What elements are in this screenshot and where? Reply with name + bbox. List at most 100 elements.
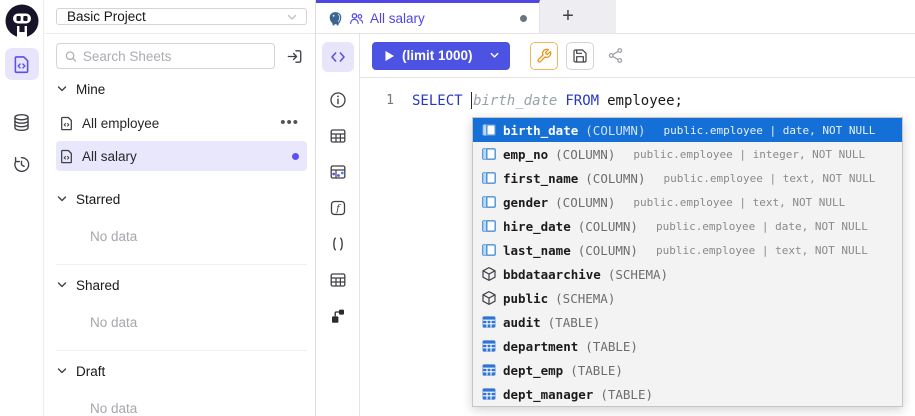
section-starred[interactable]: Starred: [56, 183, 307, 215]
save-icon: [572, 48, 588, 64]
column-icon: [481, 242, 497, 258]
chevron-down-icon: [489, 50, 500, 61]
run-query-button[interactable]: (limit 1000): [372, 42, 510, 70]
table-icon: [329, 127, 347, 145]
column-icon: [481, 146, 497, 162]
run-query-main[interactable]: (limit 1000): [372, 48, 483, 63]
sidebar-sections: Mine All employee ••• All salary: [44, 69, 315, 416]
data-table-button[interactable]: [321, 265, 355, 295]
sheet-code-icon: [12, 55, 31, 74]
sql-editor-app: Basic Project: [0, 0, 915, 416]
table-panel-button[interactable]: [321, 121, 355, 151]
sql-editor[interactable]: 1 SELECT birth_date FROM employee;: [360, 78, 915, 416]
section-shared[interactable]: Shared: [56, 269, 307, 301]
suggestion-department[interactable]: department (TABLE): [473, 334, 902, 358]
share-sheet-button[interactable]: [602, 42, 630, 70]
suggestion-emp-no[interactable]: emp_no (COLUMN) public.employee | intege…: [473, 142, 902, 166]
section-label: Draft: [76, 364, 105, 379]
tab-label: All salary: [370, 11, 425, 26]
section-mine[interactable]: Mine: [56, 73, 307, 105]
svg-text:f: f: [335, 204, 342, 215]
suggestion-dept-emp[interactable]: dept_emp (TABLE): [473, 358, 902, 382]
history-icon: [12, 155, 31, 174]
sql-text: employee;: [607, 93, 683, 109]
sheet-item-label: All employee: [82, 116, 272, 131]
add-tab-button[interactable]: +: [540, 0, 596, 33]
chevron-down-icon: [56, 83, 68, 95]
parentheses-button[interactable]: [321, 229, 355, 259]
code-content: SELECT birth_date FROM employee;: [412, 92, 683, 109]
schema-diagram-button[interactable]: [321, 157, 355, 187]
empty-state: No data: [56, 215, 307, 256]
column-icon: [481, 122, 497, 138]
rail-sheets-button[interactable]: [5, 48, 39, 80]
section-draft[interactable]: Draft: [56, 355, 307, 387]
main-area: All salary +: [316, 0, 915, 416]
unsaved-dot: [292, 153, 299, 160]
suggestion-first-name[interactable]: first_name (COLUMN) public.employee | te…: [473, 166, 902, 190]
editor-toolbar: (limit 1000): [360, 34, 915, 78]
more-actions-icon[interactable]: •••: [280, 119, 299, 127]
workflow-button[interactable]: [321, 301, 355, 331]
schema-icon: [481, 266, 497, 282]
workflow-icon: [329, 307, 347, 325]
rail-history-button[interactable]: [5, 148, 39, 180]
ghost-suggestion: birth_date: [473, 93, 557, 109]
search-icon: [65, 50, 77, 63]
import-sheet-button[interactable]: [283, 45, 305, 67]
table-icon: [481, 362, 497, 378]
project-select-value: Basic Project: [67, 9, 286, 24]
editor-column: (limit 1000): [360, 34, 915, 416]
sheet-sidebar: Basic Project: [44, 0, 316, 416]
section-label: Mine: [76, 82, 105, 97]
suggestion-last-name[interactable]: last_name (COLUMN) public.employee | tex…: [473, 238, 902, 262]
table-icon: [481, 338, 497, 354]
sheet-item-all-employee[interactable]: All employee •••: [56, 108, 307, 138]
suggestion-gender[interactable]: gender (COLUMN) public.employee | text, …: [473, 190, 902, 214]
schema-icon: [481, 290, 497, 306]
empty-state: No data: [56, 301, 307, 342]
section-label: Shared: [76, 278, 120, 293]
editor-icon-strip: f: [316, 34, 360, 416]
database-icon: [12, 113, 31, 132]
suggestion-bbdataarchive[interactable]: bbdataarchive (SCHEMA): [473, 262, 902, 286]
divider: [56, 264, 307, 265]
tab-all-salary[interactable]: All salary: [316, 0, 540, 33]
line-number: 1: [360, 93, 404, 108]
column-icon: [481, 194, 497, 210]
code-view-button[interactable]: [322, 42, 354, 72]
suggestion-audit[interactable]: audit (TABLE): [473, 310, 902, 334]
search-input[interactable]: [83, 49, 266, 64]
chevron-down-icon: [56, 365, 68, 377]
format-sql-button[interactable]: [530, 42, 558, 70]
save-sheet-button[interactable]: [566, 42, 594, 70]
sheet-icon: [59, 149, 74, 164]
sheet-item-all-salary[interactable]: All salary: [56, 141, 307, 171]
suggestion-dept-manager[interactable]: dept_manager (TABLE): [473, 382, 902, 406]
sheet-icon: [59, 116, 74, 131]
divider: [44, 33, 315, 34]
suggestion-birth-date[interactable]: birth_date (COLUMN) public.employee | da…: [473, 118, 902, 142]
bytebase-logo[interactable]: [4, 3, 40, 39]
code-line-1: 1 SELECT birth_date FROM employee;: [360, 78, 915, 109]
table-icon: [481, 314, 497, 330]
suggestion-hire-date[interactable]: hire_date (COLUMN) public.employee | dat…: [473, 214, 902, 238]
search-row: [56, 43, 305, 69]
schema-diagram-icon: [329, 163, 347, 181]
code-icon: [329, 48, 347, 66]
function-icon: f: [329, 199, 347, 217]
info-button[interactable]: [321, 85, 355, 115]
project-select[interactable]: Basic Project: [56, 8, 307, 25]
postgresql-icon: [328, 11, 343, 26]
function-button[interactable]: f: [321, 193, 355, 223]
group-icon: [349, 11, 364, 26]
suggestion-public[interactable]: public (SCHEMA): [473, 286, 902, 310]
rail-databases-button[interactable]: [5, 106, 39, 138]
empty-state: No data: [56, 387, 307, 416]
chevron-down-icon: [286, 11, 298, 23]
run-options-dropdown[interactable]: [483, 42, 510, 70]
share-icon: [607, 47, 624, 64]
tab-bar: All salary +: [316, 0, 915, 34]
sheet-item-label: All salary: [82, 149, 284, 164]
chevron-down-icon: [56, 279, 68, 291]
